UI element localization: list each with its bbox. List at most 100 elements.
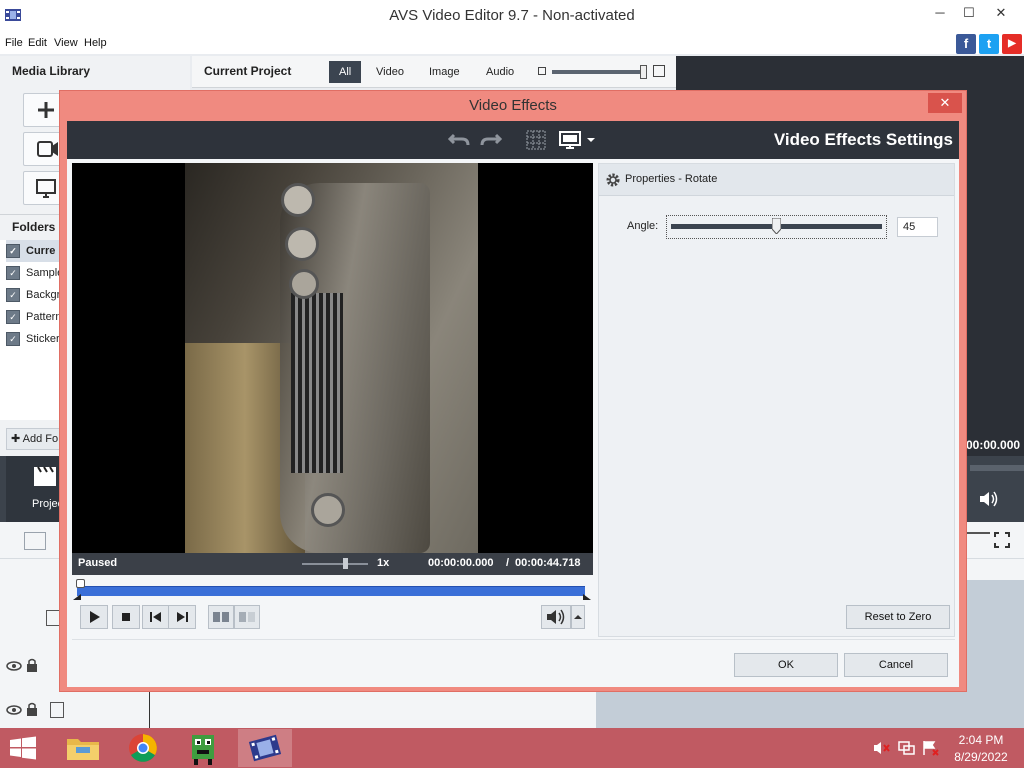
facebook-icon[interactable]: f [956,34,976,54]
player-time-fragment: 00:00.000 [966,438,1021,452]
next-icon [177,612,188,622]
minimize-icon[interactable]: ─ [927,0,953,26]
reset-to-zero-button[interactable]: Reset to Zero [846,605,950,629]
chrome-icon [129,734,157,762]
overlay-track-icon [50,702,64,718]
folder-label: Sticker [26,333,60,345]
angle-label: Angle: [627,220,659,232]
lock-icon[interactable] [26,702,38,716]
volume-icon [547,609,565,625]
previous-icon [150,612,161,622]
lock-icon[interactable] [26,658,38,672]
app-taskbar-item[interactable] [176,729,230,767]
youtube-icon[interactable]: ▶ [1002,34,1022,54]
properties-title: Properties - Rotate [625,173,718,185]
display-mode-icon[interactable] [558,130,598,150]
stop-button[interactable] [112,605,140,629]
eye-icon[interactable] [6,704,22,716]
headlight [281,183,315,217]
eye-icon[interactable] [6,660,22,672]
playback-status: Paused [78,557,118,569]
folder-item[interactable]: ✓ Sample [6,262,63,284]
folder-label: Pattern [26,311,62,323]
folder-item[interactable]: ✓ Sticker [6,328,60,350]
volume-menu-button[interactable] [571,605,585,629]
media-library-heading: Media Library [12,64,91,78]
filter-audio-tab[interactable]: Audio [476,61,524,83]
player-seek-fragment[interactable] [970,465,1024,471]
chevron-up-icon [574,615,582,619]
avs-video-editor-taskbar-item[interactable] [238,729,292,767]
volume-button[interactable] [541,605,571,629]
clapperboard-icon [34,466,56,486]
redo-icon[interactable] [480,130,502,150]
menu-edit[interactable]: Edit [28,37,47,49]
add-folder-label: Add Fo [22,433,59,445]
video-preview [72,163,593,553]
video-track-icon [46,610,60,626]
seek-handle[interactable] [76,579,85,588]
file-explorer-taskbar-item[interactable] [56,729,110,767]
film-strip-icon [248,734,282,762]
speaker-muted-icon[interactable] [873,740,891,756]
video-frame [185,163,478,553]
menu-view[interactable]: View [54,37,78,49]
menu-help[interactable]: Help [84,37,107,49]
filter-image-tab[interactable]: Image [419,61,470,83]
play-icon [90,611,100,623]
cancel-button[interactable]: Cancel [844,653,948,677]
split-view-button[interactable] [208,605,234,629]
menu-file[interactable]: File [5,37,23,49]
fit-timeline-icon[interactable] [994,532,1010,548]
small-thumbnail-icon [538,67,546,75]
folder-item[interactable]: ✓ Backgr [6,284,60,306]
twitter-icon[interactable]: t [979,34,999,54]
dialog-body: Video Effects Settings Paused 1x 00:00:0… [67,121,959,687]
settings-title: Video Effects Settings [773,130,953,149]
next-frame-button[interactable] [168,605,196,629]
undo-icon[interactable] [448,130,470,150]
speed-slider-thumb[interactable] [343,558,348,569]
add-folder-button[interactable]: ✚ Add Fo [6,428,66,450]
thumbnail-size-slider[interactable] [552,70,644,74]
speed-slider[interactable] [302,563,368,565]
grid-icon[interactable] [525,130,547,150]
folder-item[interactable]: ✓ Pattern [6,306,61,328]
timeline-view-icon[interactable] [24,532,46,550]
angle-slider[interactable] [666,215,887,239]
slider-thumb[interactable] [640,65,647,79]
filter-video-tab[interactable]: Video [366,61,414,83]
folder-check-icon: ✓ [6,332,20,346]
project-toolbar: Current Project All Video Image Audio [192,56,676,88]
close-icon[interactable]: ✕ [928,93,962,113]
folder-label: Backgr [26,289,61,301]
marker-end-icon [583,594,591,600]
previous-frame-button[interactable] [142,605,170,629]
compare-view-button[interactable] [234,605,260,629]
menu-bar: File Edit View Help [0,32,1024,54]
angle-input[interactable]: 45 [897,217,938,237]
play-button[interactable] [80,605,108,629]
zoom-slider-fragment[interactable] [966,532,990,534]
stop-icon [122,613,130,621]
ok-button[interactable]: OK [734,653,838,677]
car-grille [291,293,343,473]
angle-slider-thumb[interactable] [772,218,781,234]
folder-label: Sample [26,267,64,279]
filter-all-tab[interactable]: All [329,61,362,83]
seek-bar[interactable] [77,586,585,596]
properties-header: Properties - Rotate [599,164,954,196]
windows-start-icon[interactable] [8,736,38,760]
action-center-icon[interactable] [922,740,940,756]
volume-icon[interactable] [978,489,1000,509]
current-time: 00:00:00.000 [428,557,494,569]
player-header [676,56,1024,90]
network-icon[interactable] [898,740,916,756]
close-icon[interactable]: ✕ [988,0,1014,26]
dialog-title: Video Effects [469,97,557,114]
split-view-icon [213,612,229,622]
chrome-taskbar-item[interactable] [116,729,170,767]
playback-status-bar: Paused 1x 00:00:00.000 / 00:00:44.718 [72,553,593,575]
plus-icon: ✚ [11,433,23,445]
maximize-icon[interactable]: ☐ [956,0,982,26]
